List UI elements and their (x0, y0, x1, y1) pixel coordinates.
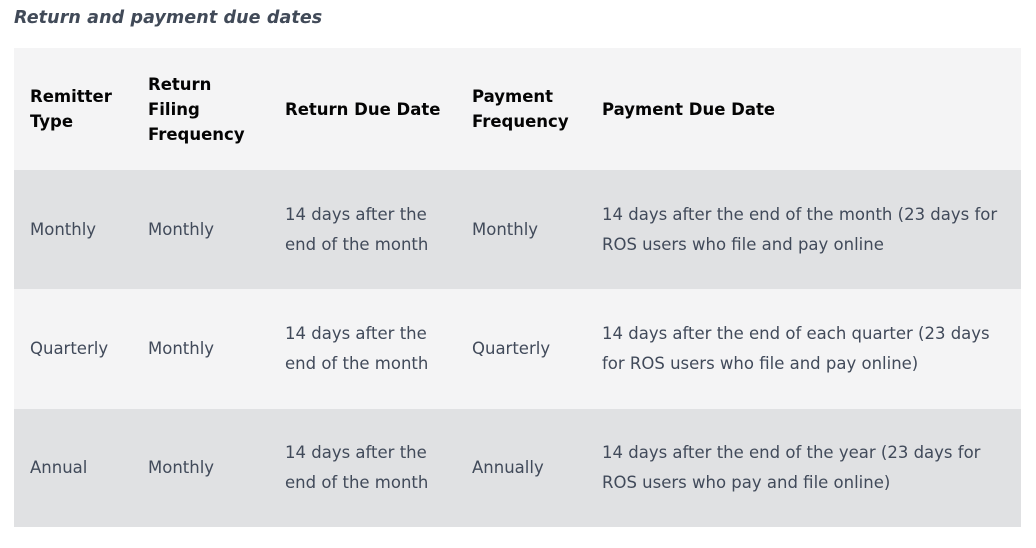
table-row: Annual Monthly 14 days after the end of … (14, 409, 1021, 527)
return-and-payment-due-dates-table: Remitter Type Return Filing Frequency Re… (14, 48, 1021, 527)
cell-payment-frequency: Monthly (472, 219, 539, 239)
cell-remitter-type: Quarterly (30, 339, 109, 358)
cell-payment-frequency: Quarterly (472, 339, 551, 358)
table-row: Quarterly Monthly 14 days after the end … (14, 289, 1021, 409)
document-page: Return and payment due dates Remitter Ty… (0, 0, 1036, 548)
cell-return-filing-frequency: Monthly (148, 339, 215, 358)
table-header-row: Remitter Type Return Filing Frequency Re… (14, 48, 1021, 170)
cell-return-due-date: 14 days after the end of the month (285, 324, 429, 373)
cell-payment-due-date: 14 days after the end of the month (23 d… (602, 204, 998, 254)
column-header-return-due-date: Return Due Date (285, 99, 441, 119)
cell-remitter-type: Annual (30, 458, 88, 477)
column-header-payment-due-date: Payment Due Date (602, 99, 776, 119)
cell-return-due-date: 14 days after the end of the month (285, 204, 429, 254)
cell-return-filing-frequency: Monthly (148, 458, 215, 477)
table-body: Monthly Monthly 14 days after the end of… (14, 170, 1021, 527)
cell-return-filing-frequency: Monthly (148, 219, 215, 239)
cell-return-due-date: 14 days after the end of the month (285, 443, 429, 492)
column-header-return-filing-frequency: Return Filing Frequency (148, 74, 245, 144)
cell-payment-due-date: 14 days after the end of the year (23 da… (602, 443, 981, 492)
table-row: Monthly Monthly 14 days after the end of… (14, 170, 1021, 289)
column-header-remitter-type: Remitter Type (30, 87, 112, 131)
table-header: Remitter Type Return Filing Frequency Re… (14, 48, 1021, 170)
cell-remitter-type: Monthly (30, 219, 97, 239)
table-caption: Return and payment due dates (14, 8, 323, 28)
column-header-payment-frequency: Payment Frequency (472, 87, 569, 131)
cell-payment-frequency: Annually (472, 458, 544, 477)
cell-payment-due-date: 14 days after the end of each quarter (2… (602, 324, 990, 373)
